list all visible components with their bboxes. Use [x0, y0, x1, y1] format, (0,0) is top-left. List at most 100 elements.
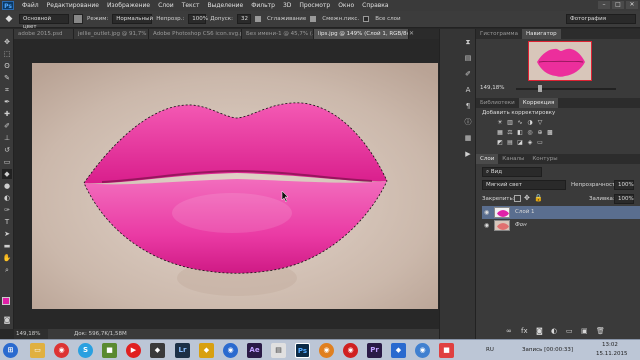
after-effects-icon[interactable]: Ae [247, 343, 262, 358]
gradient-map-icon[interactable]: ▭ [536, 139, 544, 147]
history-brush-tool-icon[interactable]: ↺ [2, 145, 12, 155]
menu-3d[interactable]: 3D [279, 2, 295, 9]
menu-filter[interactable]: Фильтр [247, 2, 279, 9]
menu-view[interactable]: Просмотр [295, 2, 334, 9]
curves-icon[interactable]: ∿ [516, 119, 524, 127]
doc-tab[interactable]: Без имени-1 @ 45,7% (... [242, 29, 314, 39]
navigator-thumbnail[interactable] [528, 41, 592, 81]
delete-layer-icon[interactable]: 🗑 [596, 327, 605, 335]
clock-date[interactable]: 15.11.2015 [596, 351, 628, 357]
lock-all-icon[interactable]: 🔒 [534, 194, 543, 202]
foreground-color-swatch[interactable] [2, 297, 10, 305]
close-button[interactable]: ✕ [626, 1, 638, 9]
tolerance-field[interactable]: 32 [236, 14, 251, 24]
clock-time[interactable]: 13:02 [602, 342, 618, 348]
paint-bucket-icon[interactable]: ◆ [3, 13, 15, 25]
type-tool-icon[interactable]: T [2, 217, 12, 227]
explorer-icon[interactable]: ▭ [30, 343, 45, 358]
menu-layers[interactable]: Слои [154, 2, 178, 9]
blend-mode-select[interactable]: Мягкий свет [482, 180, 566, 190]
layer-row-selected[interactable]: ◉ Слой 1 [482, 206, 640, 219]
dodge-tool-icon[interactable]: ◐ [2, 193, 12, 203]
canvas-area[interactable] [14, 39, 439, 329]
zoom-tool-icon[interactable]: ⌕ [2, 265, 12, 275]
app-icon[interactable]: ◆ [150, 343, 165, 358]
selective-color-icon[interactable]: ◈ [526, 139, 534, 147]
mode-select[interactable]: Нормальный [112, 14, 153, 24]
chrome-icon[interactable]: ◉ [54, 343, 69, 358]
layer-opacity-field[interactable]: 100% [614, 180, 634, 190]
lips-image[interactable] [32, 63, 438, 309]
blur-tool-icon[interactable]: ● [2, 181, 12, 191]
channel-mixer-icon[interactable]: ⊕ [536, 129, 544, 137]
healing-tool-icon[interactable]: ✚ [2, 109, 12, 119]
quick-select-tool-icon[interactable]: ✎ [2, 73, 12, 83]
invert-icon[interactable]: ◩ [496, 139, 504, 147]
antialias-checkbox[interactable] [254, 16, 261, 22]
menu-help[interactable]: Справка [358, 2, 392, 9]
menu-edit[interactable]: Редактирование [43, 2, 103, 9]
layer-kind-filter[interactable]: ⌕ Вид [482, 167, 542, 177]
link-layers-icon[interactable]: ∞ [506, 327, 512, 335]
properties-icon[interactable]: ▤ [463, 53, 473, 63]
hue-saturation-icon[interactable]: ▦ [496, 129, 504, 137]
character-icon[interactable]: A [463, 85, 473, 95]
layer-row[interactable]: ◉ Фон [482, 219, 640, 232]
doc-tab[interactable]: Adobe Photoshop CS6 icon.svg.png [149, 29, 242, 39]
minimize-button[interactable]: – [598, 1, 610, 9]
exposure-icon[interactable]: ◑ [526, 119, 534, 127]
layer-style-icon[interactable]: fx [521, 327, 528, 335]
app-icon[interactable]: ◉ [415, 343, 430, 358]
hand-tool-icon[interactable]: ✋ [2, 253, 12, 263]
tab-channels[interactable]: Каналы [498, 154, 528, 164]
black-white-icon[interactable]: ◧ [516, 129, 524, 137]
tab-close-icon[interactable]: ✕ [409, 29, 417, 39]
tab-paths[interactable]: Контуры [528, 154, 561, 164]
swatches-icon[interactable]: ▦ [463, 133, 473, 143]
fill-field[interactable]: 100% [614, 194, 634, 204]
menu-file[interactable]: Файл [18, 2, 43, 9]
menu-type[interactable]: Текст [178, 2, 204, 9]
recording-indicator[interactable]: Запись [00:00:33] [522, 347, 573, 353]
minecraft-icon[interactable]: ■ [102, 343, 117, 358]
tab-navigator[interactable]: Навигатор [521, 29, 561, 39]
app-icon[interactable]: ◆ [199, 343, 214, 358]
tab-layers[interactable]: Слои [476, 154, 499, 164]
menu-select[interactable]: Выделение [203, 2, 247, 9]
navigator-zoom-slider[interactable] [516, 88, 616, 90]
app-icon[interactable]: ▤ [271, 343, 286, 358]
info-icon[interactable]: ⓘ [463, 117, 473, 127]
doc-tab-active[interactable]: lips.jpg @ 149% (Слой 1, RGB/8#) [314, 29, 409, 39]
maximize-button[interactable]: □ [612, 1, 624, 9]
brush-presets-icon[interactable]: ✐ [463, 69, 473, 79]
app-icon[interactable]: ■ [439, 343, 454, 358]
brush-picker-icon[interactable] [73, 14, 83, 24]
youtube-icon[interactable]: ▶ [126, 343, 141, 358]
shape-tool-icon[interactable]: ▬ [2, 241, 12, 251]
tab-histogram[interactable]: Гистограмма [476, 29, 522, 39]
crop-tool-icon[interactable]: ⌗ [2, 85, 12, 95]
actions-icon[interactable]: ▶ [463, 149, 473, 159]
eye-icon[interactable]: ◉ [484, 209, 491, 216]
new-layer-icon[interactable]: ▣ [581, 327, 588, 335]
doc-tab[interactable]: adobe 2015.psd [14, 29, 74, 39]
app-icon[interactable]: ◉ [343, 343, 358, 358]
eye-icon[interactable]: ◉ [484, 222, 491, 229]
zoom-slider-thumb[interactable] [538, 85, 542, 92]
quick-mask-icon[interactable]: ◙ [2, 315, 12, 325]
move-tool-icon[interactable]: ✥ [2, 37, 12, 47]
lasso-tool-icon[interactable]: ʘ [2, 61, 12, 71]
paint-bucket-tool-icon[interactable]: ◆ [2, 169, 12, 179]
eraser-tool-icon[interactable]: ▭ [2, 157, 12, 167]
add-mask-icon[interactable]: ◙ [536, 327, 543, 335]
posterize-icon[interactable]: ▤ [506, 139, 514, 147]
opacity-field[interactable]: 100% [188, 14, 208, 24]
levels-icon[interactable]: ▥ [506, 119, 514, 127]
workspace-select[interactable]: Фотография [566, 14, 636, 24]
app-icon[interactable]: ◆ [391, 343, 406, 358]
path-select-tool-icon[interactable]: ➤ [2, 229, 12, 239]
history-icon[interactable]: ⧗ [463, 37, 473, 47]
lock-position-icon[interactable]: ✥ [524, 194, 530, 202]
color-balance-icon[interactable]: ⚖ [506, 129, 514, 137]
marquee-tool-icon[interactable]: ⬚ [2, 49, 12, 59]
